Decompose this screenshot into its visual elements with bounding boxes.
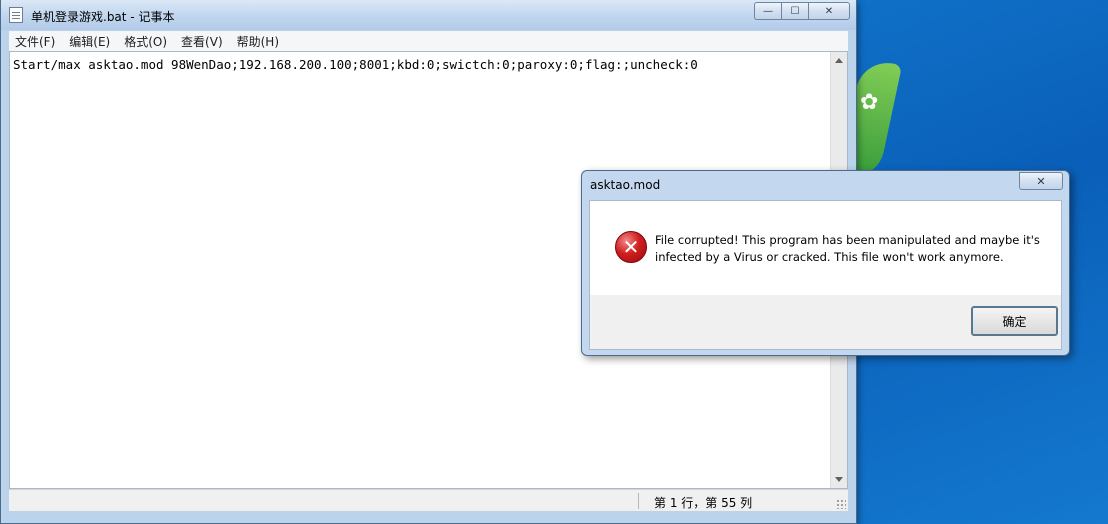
menu-format[interactable]: 格式(O) [124, 33, 167, 50]
window-controls: — ☐ ✕ [754, 2, 850, 20]
butterfly-icon: ✿ [860, 90, 879, 115]
error-dialog: asktao.mod ✕ ✕ File corrupted! This prog… [581, 170, 1070, 356]
maximize-button[interactable]: ☐ [781, 2, 808, 20]
menu-bar: 文件(F) 编辑(E) 格式(O) 查看(V) 帮助(H) [9, 31, 848, 51]
resize-grip-icon[interactable] [836, 499, 846, 509]
status-bar: 第 1 行，第 55 列 [9, 489, 848, 511]
menu-edit[interactable]: 编辑(E) [69, 33, 110, 50]
notepad-titlebar[interactable]: 单机登录游戏.bat - 记事本 — ☐ ✕ [1, 0, 856, 30]
menu-view[interactable]: 查看(V) [181, 33, 223, 50]
window-title: 单机登录游戏.bat - 记事本 [31, 10, 175, 24]
error-icon: ✕ [615, 231, 647, 263]
minimize-button[interactable]: — [754, 2, 781, 20]
editor-content[interactable]: Start/max asktao.mod 98WenDao;192.168.20… [13, 57, 698, 72]
dialog-title: asktao.mod [590, 178, 661, 192]
menu-file[interactable]: 文件(F) [15, 33, 55, 50]
close-button[interactable]: ✕ [808, 2, 850, 20]
dialog-close-button[interactable]: ✕ [1019, 172, 1063, 190]
status-divider [638, 493, 639, 509]
cursor-position: 第 1 行，第 55 列 [654, 496, 753, 510]
ok-button[interactable]: 确定 [971, 306, 1058, 336]
scroll-up-icon[interactable] [835, 58, 843, 63]
notepad-app-icon[interactable] [9, 7, 23, 23]
dialog-body: ✕ File corrupted! This program has been … [589, 200, 1062, 350]
scroll-down-icon[interactable] [835, 477, 843, 482]
menu-help[interactable]: 帮助(H) [237, 33, 279, 50]
dialog-message-area: ✕ File corrupted! This program has been … [590, 201, 1061, 295]
error-message: File corrupted! This program has been ma… [655, 233, 1040, 264]
